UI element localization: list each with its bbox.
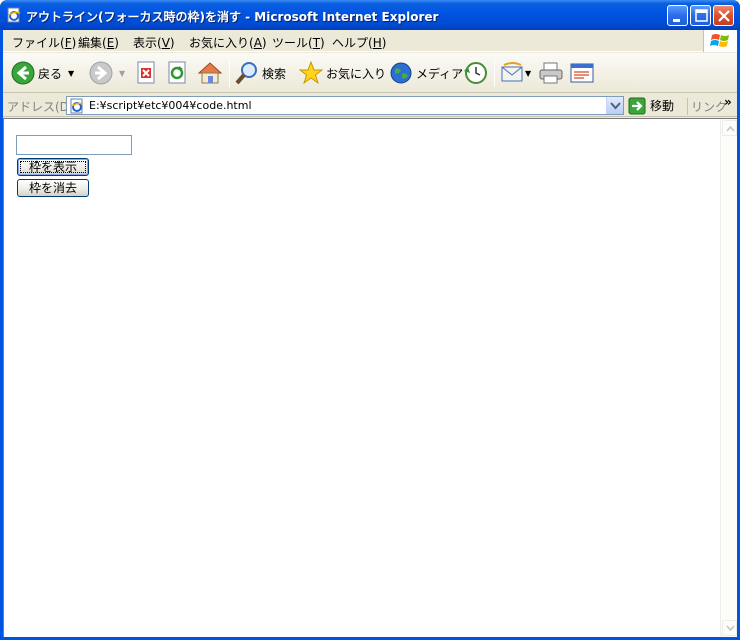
go-button[interactable]: 移動 [628, 96, 674, 115]
refresh-button[interactable] [167, 59, 189, 87]
edit-button[interactable] [569, 59, 595, 87]
toolbar-separator [229, 59, 230, 87]
links-label[interactable]: リンク [687, 98, 727, 115]
ie-page-icon [7, 7, 21, 23]
media-globe-icon [390, 62, 412, 84]
mail-button[interactable]: ▼ [501, 59, 531, 87]
window-title: アウトライン(フォーカス時の枠)を消す - Microsoft Internet… [26, 10, 439, 24]
minimize-icon [673, 19, 680, 22]
address-bar: アドレス(D) E:¥script¥etc¥004¥code.html 移動 リ… [3, 94, 737, 117]
address-input[interactable]: E:¥script¥etc¥004¥code.html [66, 96, 624, 115]
menu-help[interactable]: ヘルプ(H) [332, 34, 386, 51]
home-icon [197, 62, 223, 84]
maximize-button[interactable] [690, 5, 711, 26]
minimize-button[interactable] [667, 5, 688, 26]
go-arrow-icon [628, 97, 646, 114]
chevron-down-icon [610, 102, 621, 110]
menu-edit[interactable]: 編集(E) [78, 34, 119, 51]
forward-dropdown-icon[interactable]: ▼ [119, 69, 125, 78]
hide-frame-button[interactable]: 枠を消去 [17, 179, 89, 197]
back-button[interactable]: 戻る ▼ [11, 59, 74, 87]
links-more-icon[interactable]: » [724, 95, 732, 109]
refresh-icon [168, 61, 186, 84]
menu-file[interactable]: ファイル(F) [12, 34, 76, 51]
forward-arrow-icon [89, 61, 113, 85]
favorites-button[interactable]: お気に入り [299, 59, 386, 87]
scroll-down-button[interactable] [722, 620, 737, 636]
address-url: E:¥script¥etc¥004¥code.html [89, 99, 252, 112]
vertical-scrollbar[interactable] [720, 119, 737, 637]
media-button[interactable]: メディア [389, 59, 463, 87]
address-dropdown-button[interactable] [606, 97, 623, 114]
search-icon [235, 62, 257, 85]
printer-icon [539, 62, 563, 84]
mail-icon [501, 62, 523, 82]
stop-button[interactable] [136, 59, 158, 87]
history-clock-icon [464, 62, 487, 84]
home-button[interactable] [197, 59, 223, 87]
star-icon [299, 61, 323, 85]
close-icon [718, 10, 730, 22]
print-button[interactable] [538, 59, 564, 87]
mail-dropdown-icon[interactable]: ▼ [525, 69, 531, 78]
address-label: アドレス(D) [7, 100, 74, 114]
chevron-down-icon [726, 625, 735, 632]
scroll-up-button[interactable] [722, 120, 737, 136]
windows-flag-icon [710, 34, 729, 47]
title-bar[interactable]: アウトライン(フォーカス時の枠)を消す - Microsoft Internet… [0, 0, 740, 30]
forward-button[interactable]: ▼ [89, 59, 125, 87]
text-input[interactable] [16, 135, 132, 155]
show-frame-button[interactable]: 枠を表示 [17, 158, 89, 176]
page-icon [70, 98, 84, 114]
standard-toolbar: 戻る ▼ ▼ 検索 お気に入り メディア ▼ [3, 53, 737, 93]
menu-view[interactable]: 表示(V) [133, 34, 175, 51]
history-button[interactable] [462, 59, 488, 87]
back-arrow-icon [11, 61, 35, 85]
menu-tools[interactable]: ツール(T) [272, 34, 325, 51]
close-button[interactable] [713, 5, 734, 26]
edit-page-icon [570, 63, 594, 83]
menu-favorites[interactable]: お気に入り(A) [189, 34, 267, 51]
menu-bar: ファイル(F) 編集(E) 表示(V) お気に入り(A) ツール(T) ヘルプ(… [3, 30, 737, 52]
toolbar-separator [494, 59, 495, 87]
stop-icon [137, 61, 155, 84]
search-button[interactable]: 検索 [235, 59, 286, 87]
browser-window: アウトライン(フォーカス時の枠)を消す - Microsoft Internet… [0, 0, 740, 640]
maximize-icon [695, 9, 708, 22]
chevron-up-icon [726, 125, 735, 132]
back-dropdown-icon[interactable]: ▼ [68, 69, 74, 78]
page-content: 枠を表示 枠を消去 [3, 118, 737, 637]
client-area: ファイル(F) 編集(E) 表示(V) お気に入り(A) ツール(T) ヘルプ(… [3, 30, 737, 637]
windows-logo [703, 30, 737, 52]
